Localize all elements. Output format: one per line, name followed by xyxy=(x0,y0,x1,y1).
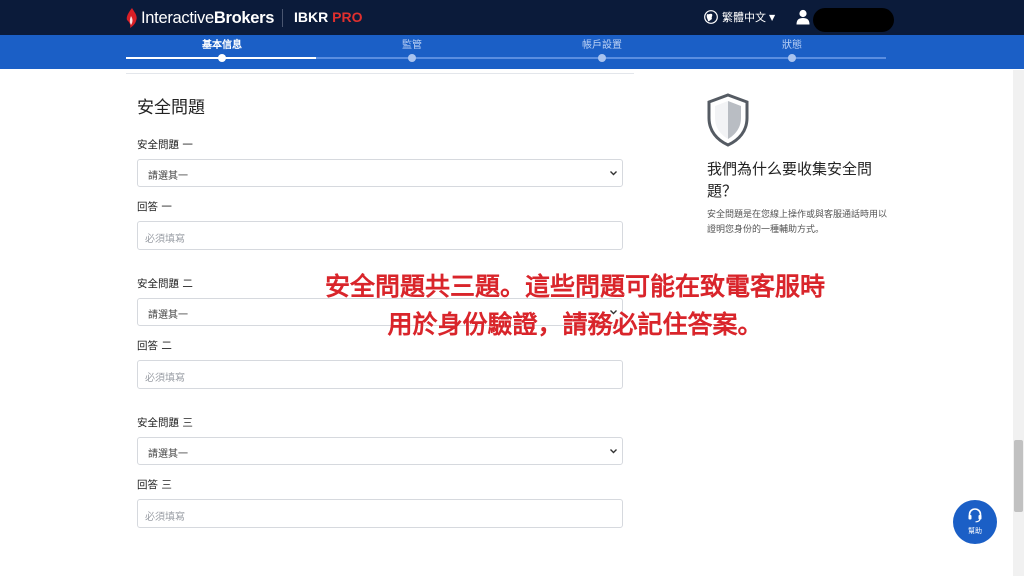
why-collect-description: 安全問題是在您線上操作或與客服通話時用以證明您身份的一種輔助方式。 xyxy=(707,210,888,235)
answer-1-label: 回答 一 xyxy=(137,201,172,213)
user-icon[interactable] xyxy=(796,9,810,25)
step-basic-info-dot xyxy=(218,54,226,62)
scrollbar-thumb[interactable] xyxy=(1014,440,1023,512)
answer-3-label: 回答 三 xyxy=(137,479,172,491)
ib-flame-icon xyxy=(126,8,137,28)
step-basic-info[interactable]: 基本信息 xyxy=(162,36,282,51)
step-regulatory-dot xyxy=(408,54,416,62)
language-selector[interactable]: 繁體中文 ▼ xyxy=(704,9,775,25)
redacted-username xyxy=(813,8,894,32)
ibkr-pro-label: IBKR PRO xyxy=(294,9,363,25)
answer-3-input[interactable]: 必須填寫 xyxy=(137,499,623,528)
security-question-1-select[interactable]: 請選其一 xyxy=(137,159,623,187)
annotation-line-1: 安全問題共三題。這些問題可能在致電客服時 xyxy=(324,272,825,301)
globe-icon xyxy=(704,10,718,24)
shield-icon xyxy=(707,93,749,147)
chevron-down-icon xyxy=(610,171,617,176)
security-question-3-select[interactable]: 請選其一 xyxy=(137,437,623,465)
language-label: 繁體中文 xyxy=(722,11,766,24)
logo-text: InteractiveBrokers xyxy=(141,8,275,27)
select-value: 請選其一 xyxy=(148,449,188,460)
help-button[interactable]: 幫助 xyxy=(953,500,997,544)
logo-divider xyxy=(282,9,283,27)
select-value: 請選其一 xyxy=(148,310,188,321)
help-label: 幫助 xyxy=(968,527,982,535)
step-account-setup[interactable]: 帳戶設置 xyxy=(542,36,662,51)
why-collect-title: 我們為什么要收集安全問題？ xyxy=(707,160,873,200)
answer-1-placeholder: 必須填寫 xyxy=(145,234,185,245)
security-question-3-label: 安全問題 三 xyxy=(137,417,193,429)
chevron-down-icon: ▼ xyxy=(769,12,776,22)
answer-1-input[interactable]: 必須填寫 xyxy=(137,221,623,250)
step-regulatory[interactable]: 監管 xyxy=(352,36,472,51)
security-question-1-label: 安全問題 一 xyxy=(137,139,193,151)
answer-2-placeholder: 必須填寫 xyxy=(145,373,185,384)
step-status-dot xyxy=(788,54,796,62)
chevron-down-icon xyxy=(610,449,617,454)
step-account-setup-dot xyxy=(598,54,606,62)
answer-3-placeholder: 必須填寫 xyxy=(145,512,185,523)
annotation-line-2: 用於身份驗證，請務必記住答案。 xyxy=(387,310,763,339)
answer-2-label: 回答 二 xyxy=(137,340,172,352)
security-question-2-label: 安全問題 二 xyxy=(137,278,193,290)
progress-stepper xyxy=(0,35,1024,69)
page-title: 安全問題 xyxy=(137,98,205,118)
annotation-overlay: 安全問題共三題。這些問題可能在致電客服時 用於身份驗證，請務必記住答案。 xyxy=(240,268,910,344)
interactive-brokers-logo[interactable]: InteractiveBrokers xyxy=(126,7,274,29)
select-value: 請選其一 xyxy=(148,171,188,182)
step-status[interactable]: 狀態 xyxy=(732,36,852,51)
section-divider xyxy=(126,73,634,74)
answer-2-input[interactable]: 必須填寫 xyxy=(137,360,623,389)
headset-icon xyxy=(968,508,982,523)
